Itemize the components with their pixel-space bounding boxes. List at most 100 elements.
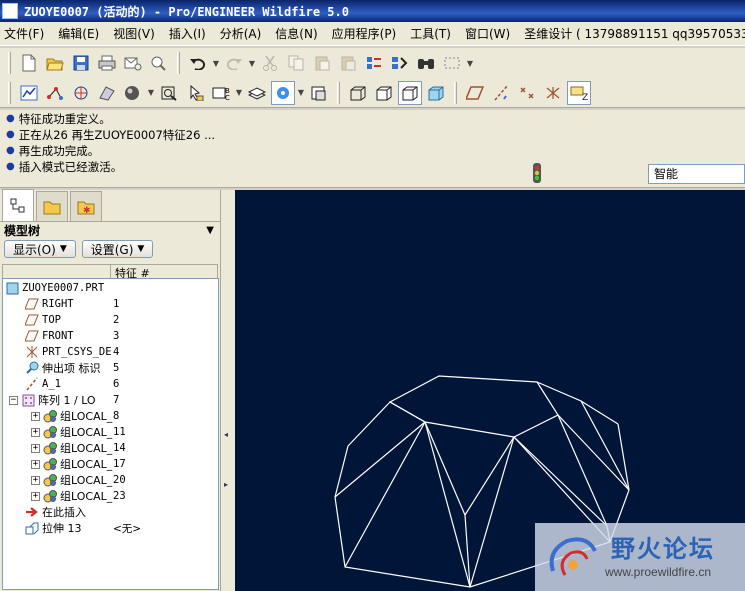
model-tree-header: 模型树 ▼	[0, 222, 220, 238]
expand-icon[interactable]: +	[31, 475, 40, 485]
csys-toggle-button[interactable]	[541, 81, 565, 105]
no-hidden-button[interactable]	[398, 80, 422, 105]
paste-button[interactable]	[310, 51, 334, 75]
collapse-icon[interactable]: −	[9, 395, 18, 405]
menu-info[interactable]: 信息(N)	[275, 25, 317, 42]
tree-item-group[interactable]: + 组LOCAL_	[31, 472, 112, 488]
tree-item-axis[interactable]: A_1	[25, 376, 61, 392]
tree-item-group[interactable]: + 组LOCAL_	[31, 424, 112, 440]
tree-item-front[interactable]: FRONT	[25, 328, 74, 344]
facet-edge	[344, 421, 426, 568]
send-link-button[interactable]	[147, 51, 171, 75]
tree-item-group[interactable]: + 组LOCAL_	[31, 456, 112, 472]
sketch-grid-button[interactable]	[17, 81, 41, 105]
datum-points-button[interactable]	[43, 81, 67, 105]
find-button[interactable]	[414, 51, 438, 75]
selection-filter-select[interactable]: 智能	[648, 164, 745, 184]
menu-tools[interactable]: 工具(T)	[410, 25, 451, 42]
toolbar-separator	[337, 81, 340, 104]
tree-item-pattern[interactable]: − 阵列 1 / LO	[9, 392, 96, 408]
tree-item-group[interactable]: + 组LOCAL_	[31, 408, 112, 424]
zoom-out-button[interactable]	[183, 81, 207, 105]
annotation-toggle-button[interactable]: Z	[567, 80, 591, 105]
protrusion-icon	[25, 361, 39, 375]
regeneration-manager-button[interactable]	[388, 51, 412, 75]
show-menu-button[interactable]: 显示(O) ▼	[4, 240, 76, 258]
tree-item-csys[interactable]: PRT_CSYS_DE	[25, 344, 112, 360]
select-dropdown-icon[interactable]: ▼	[466, 59, 474, 68]
facet-edge	[424, 421, 466, 516]
tree-item-protrusion[interactable]: 伸出项 标识	[25, 360, 101, 376]
regenerate-button[interactable]	[362, 51, 386, 75]
menu-view[interactable]: 视图(V)	[113, 25, 155, 42]
menu-custom-design[interactable]: 圣维设计 ( 13798891151 qq395705336 )	[524, 25, 745, 42]
column-feature-header[interactable]: 特征 #	[111, 265, 150, 280]
new-file-button[interactable]	[17, 51, 41, 75]
view-manager-button[interactable]	[271, 80, 295, 105]
group-icon	[43, 425, 57, 439]
menu-insert[interactable]: 插入(I)	[169, 25, 206, 42]
tab-folder-browser[interactable]	[36, 191, 68, 221]
tab-favorites[interactable]: ✱	[70, 191, 102, 221]
menu-file[interactable]: 文件(F)	[4, 25, 44, 42]
expand-icon[interactable]: +	[31, 443, 40, 453]
save-button[interactable]	[69, 51, 93, 75]
send-mail-button[interactable]	[121, 51, 145, 75]
print-button[interactable]	[95, 51, 119, 75]
undo-dropdown-icon[interactable]: ▼	[212, 59, 220, 68]
undo-button[interactable]	[186, 51, 210, 75]
paste-special-button[interactable]	[336, 51, 360, 75]
refit-dropdown-icon[interactable]: ▼	[235, 88, 243, 97]
menu-window[interactable]: 窗口(W)	[465, 25, 510, 42]
tree-item-part[interactable]: ZUOYE0007.PRT	[5, 280, 104, 296]
panel-splitter[interactable]: ◂ ▸	[221, 190, 235, 591]
menu-edit[interactable]: 编辑(E)	[58, 25, 99, 42]
tree-item-group[interactable]: + 组LOCAL_	[31, 488, 112, 504]
zoom-in-button[interactable]	[157, 81, 181, 105]
cut-button[interactable]	[258, 51, 282, 75]
tree-item-label: TOP	[42, 314, 61, 326]
collapse-left-icon[interactable]: ◂	[224, 430, 228, 439]
datum-plane-icon	[25, 329, 39, 343]
redo-dropdown-icon[interactable]: ▼	[248, 59, 256, 68]
select-box-button[interactable]	[440, 51, 464, 75]
message-line: ● 再生成功完成。	[6, 143, 739, 159]
tab-model-tree[interactable]	[2, 189, 34, 221]
feature-number: 23	[113, 490, 126, 502]
expand-icon[interactable]: +	[31, 459, 40, 469]
redo-button[interactable]	[222, 51, 246, 75]
expand-icon[interactable]: +	[31, 491, 40, 501]
view-manager-dropdown-icon[interactable]: ▼	[297, 88, 305, 97]
refit-button[interactable]: BC	[209, 81, 233, 105]
orient-mode-button[interactable]	[95, 81, 119, 105]
datum-points-toggle-button[interactable]	[515, 81, 539, 105]
hidden-line-button[interactable]	[372, 81, 396, 105]
save-view-button[interactable]	[307, 81, 331, 105]
chevron-down-icon: ▼	[137, 244, 145, 254]
layers-button[interactable]	[245, 81, 269, 105]
facet-edge	[464, 436, 515, 516]
shading-dropdown-icon[interactable]: ▼	[147, 88, 155, 97]
datum-axes-toggle-button[interactable]	[489, 81, 513, 105]
tree-item-group[interactable]: + 组LOCAL_	[31, 440, 112, 456]
copy-button[interactable]	[284, 51, 308, 75]
settings-menu-button[interactable]: 设置(G) ▼	[81, 240, 154, 258]
expand-icon[interactable]: +	[31, 427, 40, 437]
expand-right-icon[interactable]: ▸	[224, 480, 228, 489]
column-name-header[interactable]	[3, 265, 111, 279]
panel-menu-icon[interactable]: ▼	[206, 225, 214, 236]
expand-icon[interactable]: +	[31, 411, 40, 421]
tree-item-extrude[interactable]: 拉伸 13	[25, 520, 82, 536]
tree-item-insert-here[interactable]: 在此插入	[25, 504, 86, 520]
traffic-light-icon[interactable]	[531, 162, 543, 184]
tree-item-top[interactable]: TOP	[25, 312, 61, 328]
shading-button[interactable]	[121, 81, 145, 105]
tree-item-right[interactable]: RIGHT	[25, 296, 74, 312]
datum-planes-toggle-button[interactable]	[463, 81, 487, 105]
shaded-button[interactable]	[424, 81, 448, 105]
menu-applications[interactable]: 应用程序(P)	[332, 25, 397, 42]
wireframe-button[interactable]	[346, 81, 370, 105]
open-file-button[interactable]	[43, 51, 67, 75]
spin-center-button[interactable]	[69, 81, 93, 105]
menu-analysis[interactable]: 分析(A)	[220, 25, 262, 42]
